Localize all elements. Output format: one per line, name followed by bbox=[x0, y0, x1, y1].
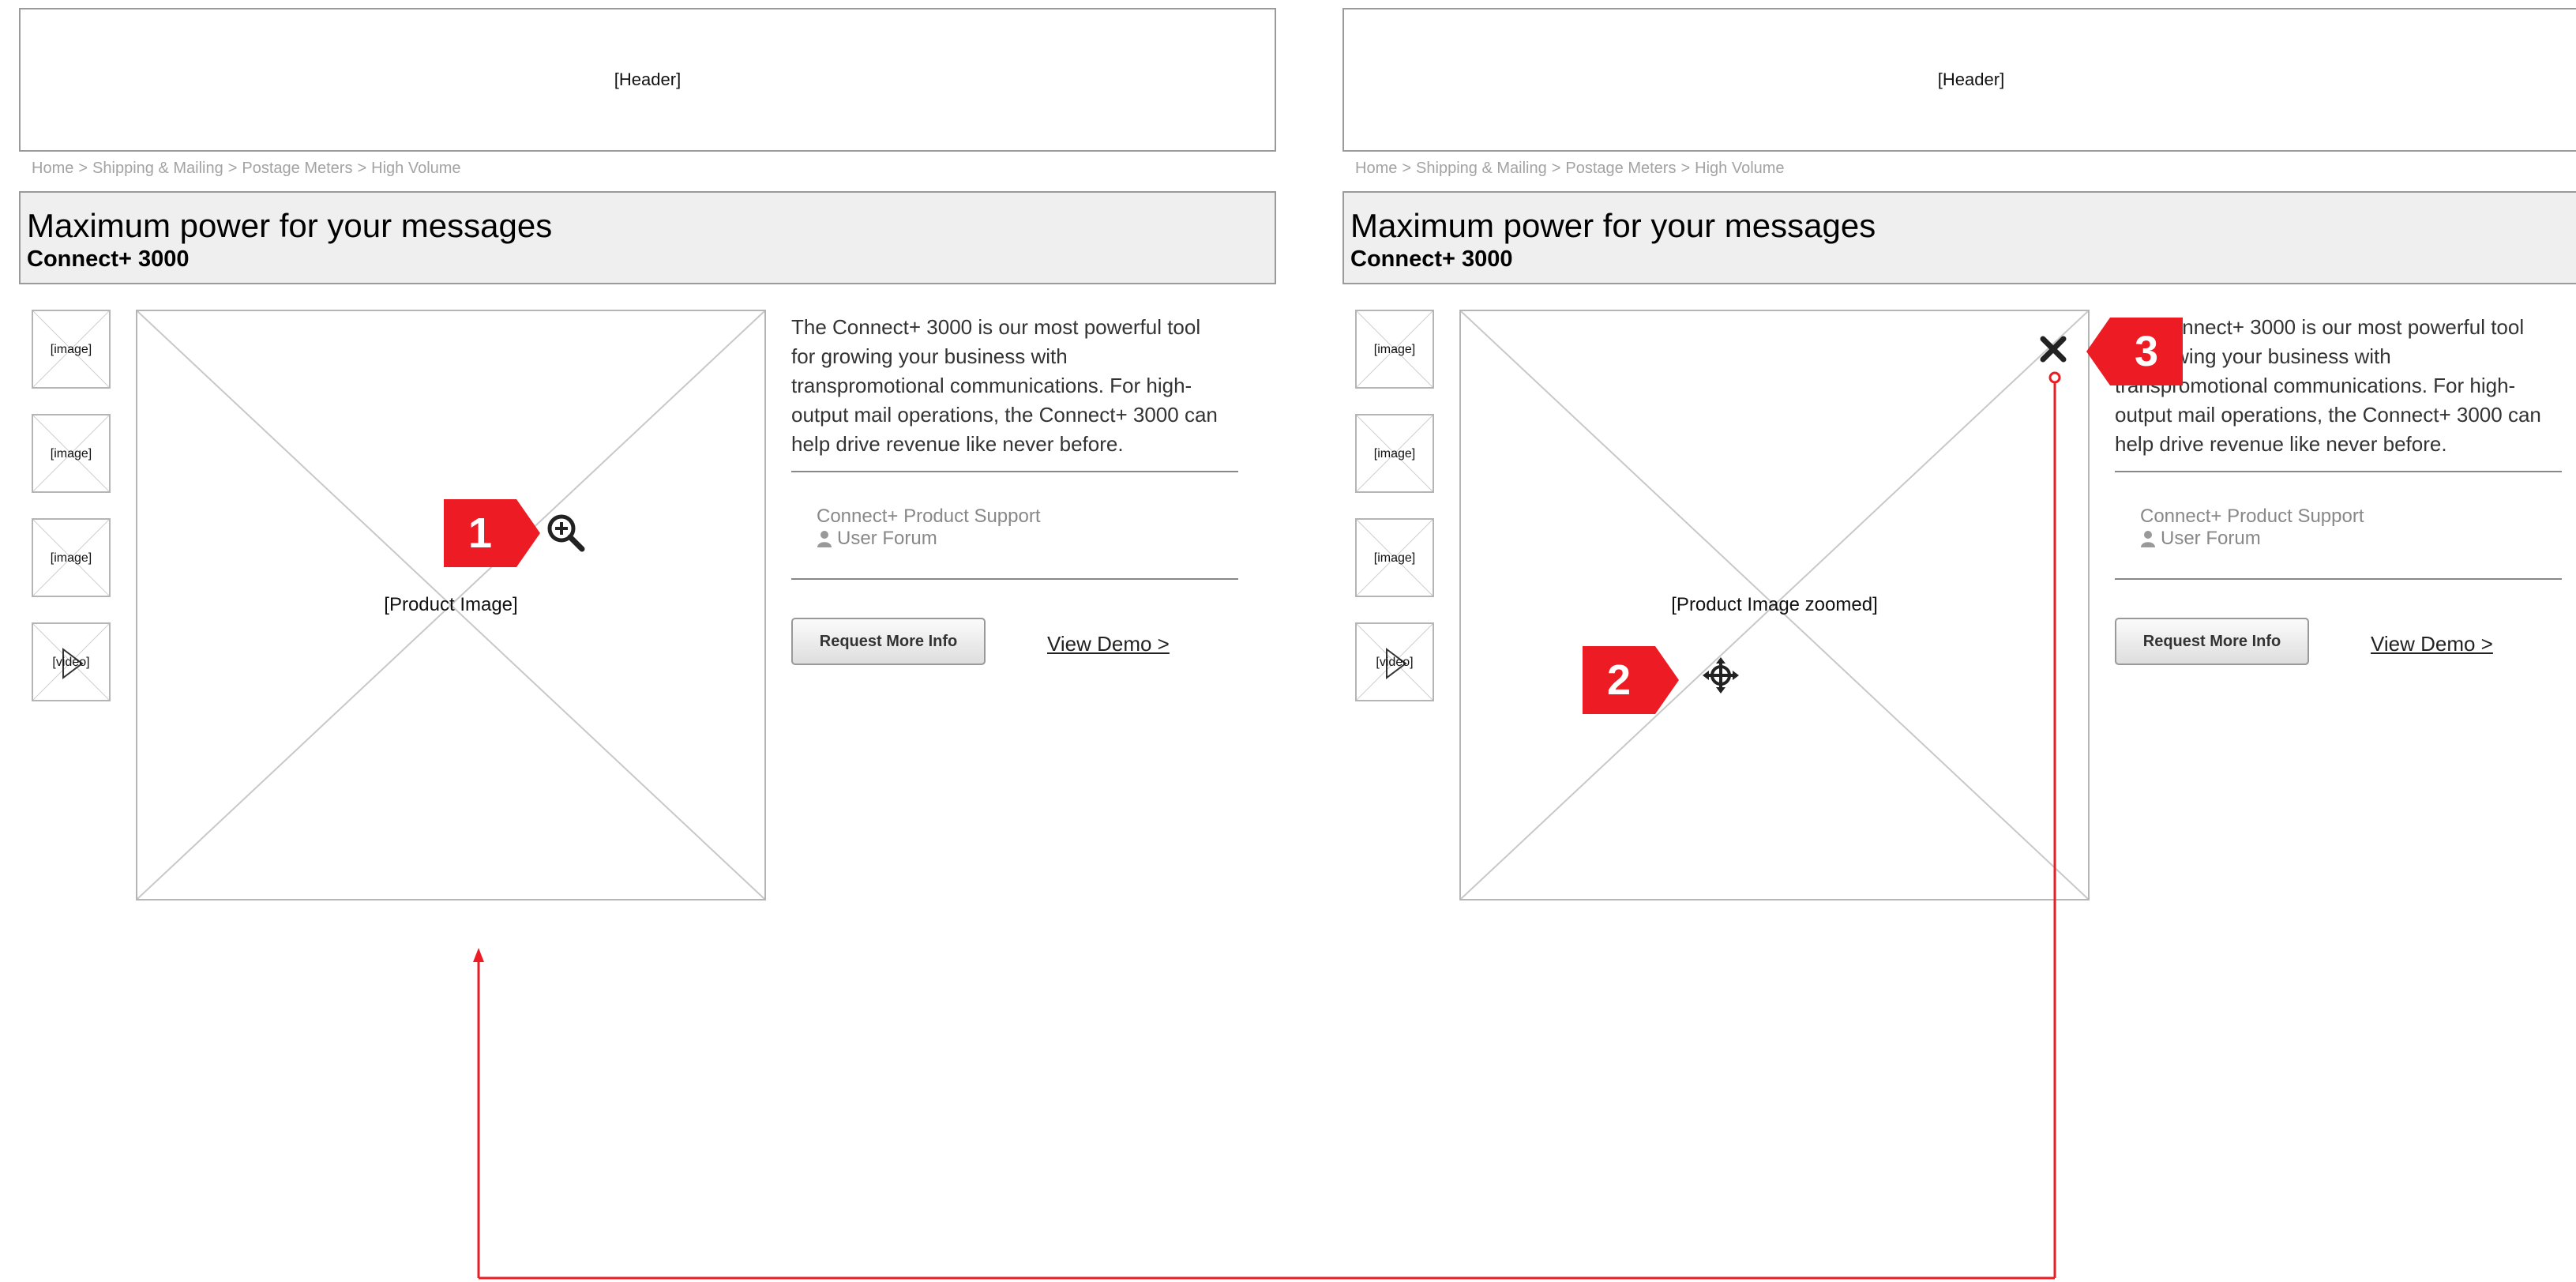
header-label: [Header] bbox=[614, 70, 682, 89]
thumbnail-image[interactable]: [image] bbox=[1355, 518, 1434, 597]
product-name: Connect+ 3000 bbox=[27, 246, 190, 272]
thumbnail-image[interactable]: [image] bbox=[1355, 414, 1434, 493]
product-description: The Connect+ 3000 is our most powerful t… bbox=[791, 315, 1218, 456]
view-demo-link[interactable]: View Demo > bbox=[1047, 632, 1170, 656]
divider bbox=[2115, 471, 2562, 472]
thumbnail-image[interactable]: [image] bbox=[32, 518, 111, 597]
header-placeholder: [Header] bbox=[19, 8, 1276, 152]
annotation-number: 3 bbox=[2134, 328, 2159, 375]
annotation-marker-3: 3 bbox=[2086, 318, 2183, 385]
thumbnail-video[interactable]: [video] bbox=[32, 622, 111, 701]
breadcrumb-separator: > bbox=[1551, 160, 1561, 177]
request-more-info-button[interactable]: Request More Info bbox=[2115, 618, 2309, 665]
breadcrumb-separator: > bbox=[357, 160, 367, 177]
page-title: Maximum power for your messages bbox=[1350, 207, 1876, 244]
breadcrumb-high-volume: High Volume bbox=[371, 160, 461, 177]
product-image[interactable]: [Product Image] bbox=[136, 310, 766, 900]
breadcrumb-home[interactable]: Home bbox=[1355, 160, 1397, 177]
product-support-link[interactable]: Connect+ Product Support bbox=[817, 506, 1041, 528]
breadcrumb-separator: > bbox=[78, 160, 88, 177]
page-title: Maximum power for your messages bbox=[27, 207, 553, 244]
thumbnail-label: [video] bbox=[52, 656, 90, 669]
product-image-label: [Product Image zoomed] bbox=[1671, 594, 1878, 615]
thumbnail-label: [image] bbox=[50, 447, 92, 461]
thumbnail-label: [image] bbox=[50, 551, 92, 565]
zoom-in-icon[interactable] bbox=[545, 512, 586, 553]
product-support-link[interactable]: Connect+ Product Support bbox=[2140, 506, 2364, 528]
breadcrumb-postage-meters[interactable]: Postage Meters bbox=[1565, 160, 1676, 177]
wireframe-zoomed-state: [Header] Home > Shipping & Mailing > Postage… bbox=[1324, 0, 2576, 1282]
view-demo-link[interactable]: View Demo > bbox=[2371, 632, 2493, 656]
breadcrumb-home[interactable]: Home bbox=[32, 160, 73, 177]
divider bbox=[791, 471, 1238, 472]
annotation-number: 2 bbox=[1606, 656, 1632, 704]
thumbnail-image[interactable]: [image] bbox=[32, 414, 111, 493]
breadcrumb: Home > Shipping & Mailing > Postage Meters > H… bbox=[32, 160, 461, 178]
user-forum-link[interactable]: User Forum bbox=[817, 528, 937, 550]
thumbnail-image[interactable]: [image] bbox=[32, 310, 111, 389]
user-icon bbox=[2141, 531, 2155, 547]
breadcrumb-separator: > bbox=[1680, 160, 1691, 177]
close-icon[interactable] bbox=[2039, 335, 2067, 363]
annotation-number: 1 bbox=[468, 509, 493, 557]
product-image-label: [Product Image] bbox=[384, 594, 518, 615]
product-image-zoomed[interactable]: [Product Image zoomed] bbox=[1459, 310, 2090, 900]
thumbnail-image[interactable]: [image] bbox=[1355, 310, 1434, 389]
breadcrumb-separator: > bbox=[227, 160, 238, 177]
request-more-info-button[interactable]: Request More Info bbox=[791, 618, 986, 665]
thumbnail-label: [image] bbox=[1373, 343, 1416, 356]
product-name: Connect+ 3000 bbox=[1350, 246, 1513, 272]
move-icon[interactable] bbox=[1703, 657, 1739, 694]
thumbnail-label: [image] bbox=[50, 343, 92, 356]
divider bbox=[791, 578, 1238, 580]
user-icon bbox=[817, 531, 832, 547]
wireframe-default-state: [Header] Home > Shipping & Mailing > Postage… bbox=[0, 0, 1279, 1282]
annotation-marker-1: 1 bbox=[444, 499, 540, 567]
breadcrumb-separator: > bbox=[1402, 160, 1412, 177]
thumbnail-label: [image] bbox=[1373, 551, 1416, 565]
user-forum-link[interactable]: User Forum bbox=[2140, 528, 2261, 550]
thumbnail-label: [image] bbox=[1373, 447, 1416, 461]
breadcrumb: Home > Shipping & Mailing > Postage Meters > H… bbox=[1355, 160, 1785, 178]
header-label: [Header] bbox=[1937, 70, 2005, 89]
user-forum-label: User Forum bbox=[837, 528, 937, 549]
product-title-bar: Maximum power for your messages Connect+… bbox=[1342, 191, 2576, 284]
divider bbox=[2115, 578, 2562, 580]
user-forum-label: User Forum bbox=[2161, 528, 2261, 549]
thumbnail-video[interactable]: [video] bbox=[1355, 622, 1434, 701]
breadcrumb-shipping[interactable]: Shipping & Mailing bbox=[1416, 160, 1547, 177]
product-title-bar: Maximum power for your messages Connect+… bbox=[19, 191, 1276, 284]
breadcrumb-postage-meters[interactable]: Postage Meters bbox=[242, 160, 352, 177]
thumbnail-label: [video] bbox=[1376, 656, 1414, 669]
breadcrumb-shipping[interactable]: Shipping & Mailing bbox=[92, 160, 223, 177]
breadcrumb-high-volume: High Volume bbox=[1695, 160, 1785, 177]
annotation-marker-2: 2 bbox=[1583, 646, 1679, 714]
header-placeholder: [Header] bbox=[1342, 8, 2576, 152]
